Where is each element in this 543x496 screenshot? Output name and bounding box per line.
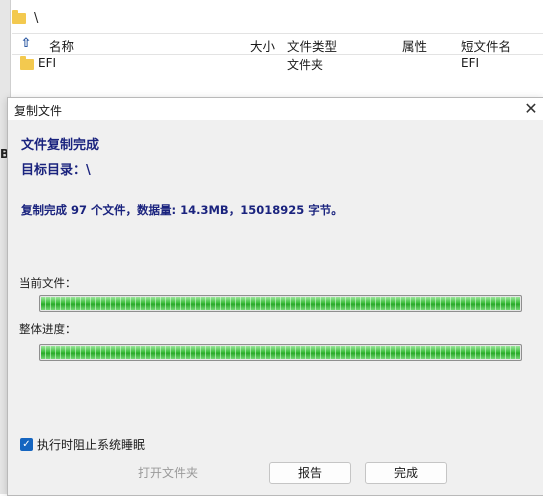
copy-files-dialog: 复制文件 ✕ 文件复制完成 目标目录：\ 复制完成 97 个文件，数据量: 14… — [7, 97, 543, 496]
folder-icon — [12, 9, 26, 24]
completion-heading: 文件复制完成 — [21, 138, 100, 153]
column-attr[interactable]: 属性 — [402, 36, 427, 55]
folder-icon — [20, 56, 34, 70]
prevent-sleep-option[interactable]: ✓ 执行时阻止系统睡眠 — [20, 436, 145, 453]
prevent-sleep-checkbox[interactable]: ✓ — [20, 438, 33, 451]
column-type[interactable]: 文件类型 — [287, 36, 337, 55]
target-directory: 目标目录：\ — [21, 163, 91, 178]
total-progress-label: 整体进度： — [19, 322, 77, 336]
path-text: \ — [34, 10, 39, 26]
dialog-title: 复制文件 — [14, 104, 63, 118]
done-button[interactable]: 完成 — [365, 462, 447, 484]
file-name: EFI — [38, 56, 57, 70]
open-folder-button[interactable]: 打开文件夹 — [112, 462, 224, 484]
column-name[interactable]: 名称 — [49, 36, 74, 55]
file-type: 文件夹 — [287, 58, 324, 72]
report-button[interactable]: 报告 — [269, 462, 351, 484]
close-icon[interactable]: ✕ — [520, 98, 542, 120]
path-bar[interactable]: \ — [12, 6, 543, 30]
file-row[interactable]: EFI 文件夹 EFI — [12, 55, 543, 73]
column-short-name[interactable]: 短文件名 — [461, 36, 511, 55]
total-progress — [39, 344, 522, 361]
up-arrow-icon[interactable]: ⇧ — [18, 36, 34, 52]
current-file-label: 当前文件： — [19, 276, 77, 290]
file-short-name: EFI — [461, 56, 480, 70]
current-file-progress — [39, 295, 522, 312]
file-list-header: ⇧ 名称 大小 文件类型 属性 短文件名 — [12, 33, 543, 55]
prevent-sleep-label: 执行时阻止系统睡眠 — [37, 438, 146, 452]
current-file-progress-fill — [41, 297, 520, 310]
dialog-titlebar[interactable]: 复制文件 ✕ — [8, 98, 543, 120]
column-size[interactable]: 大小 — [250, 36, 275, 55]
copy-summary: 复制完成 97 个文件，数据量: 14.3MB，15018925 字节。 — [21, 203, 343, 217]
total-progress-fill — [41, 346, 520, 359]
